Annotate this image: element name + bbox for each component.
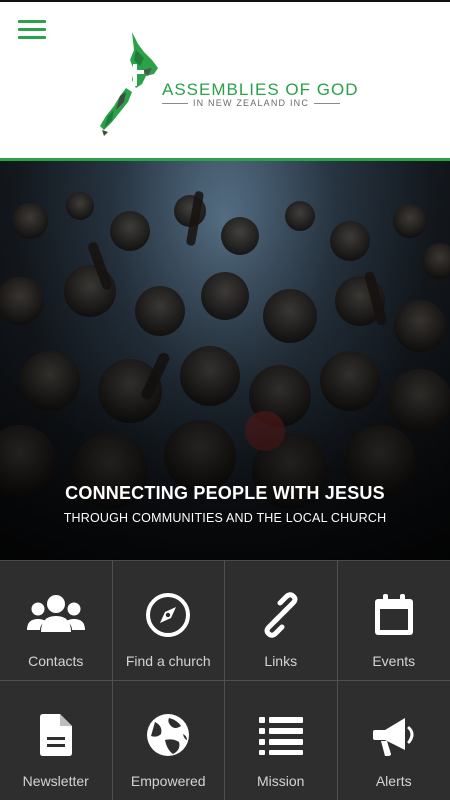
tile-label: Newsletter bbox=[22, 773, 89, 789]
list-icon bbox=[225, 709, 337, 761]
tile-find-a-church[interactable]: Find a church bbox=[112, 561, 225, 681]
document-icon bbox=[0, 709, 112, 761]
hero-title: CONNECTING PEOPLE WITH JESUS bbox=[65, 483, 385, 503]
hero-banner: CONNECTING PEOPLE WITH JESUS THROUGH COM… bbox=[0, 161, 450, 560]
megaphone-icon bbox=[338, 709, 450, 761]
hamburger-menu-icon[interactable] bbox=[18, 20, 46, 42]
tile-events[interactable]: Events bbox=[337, 561, 450, 681]
tile-label: Events bbox=[372, 653, 416, 669]
status-strip bbox=[0, 0, 450, 2]
tile-alerts[interactable]: Alerts bbox=[338, 681, 450, 800]
calendar-icon bbox=[338, 589, 450, 641]
new-zealand-map-icon bbox=[100, 32, 158, 136]
logo-subtitle: IN NEW ZEALAND INC bbox=[192, 98, 310, 108]
tile-label: Mission bbox=[257, 773, 305, 789]
tile-label: Alerts bbox=[375, 773, 412, 789]
tile-links[interactable]: Links bbox=[225, 561, 338, 681]
logo-subtitle-row: IN NEW ZEALAND INC bbox=[162, 98, 341, 108]
link-icon bbox=[225, 589, 337, 641]
people-group-icon bbox=[0, 589, 112, 641]
tile-label: Find a church bbox=[125, 653, 211, 669]
divider bbox=[162, 102, 188, 104]
tile-newsletter[interactable]: Newsletter bbox=[0, 681, 113, 800]
divider bbox=[314, 102, 341, 104]
tile-label: Contacts bbox=[28, 653, 84, 669]
tile-contacts[interactable]: Contacts bbox=[0, 561, 113, 681]
logo-title: ASSEMBLIES OF GOD bbox=[162, 80, 359, 99]
tile-mission[interactable]: Mission bbox=[225, 681, 338, 800]
compass-icon bbox=[113, 589, 225, 641]
tile-label: Links bbox=[264, 653, 298, 669]
organization-logo: ASSEMBLIES OF GOD IN NEW ZEALAND INC bbox=[96, 30, 359, 140]
feature-grid: Contacts Find a church Links Events News… bbox=[0, 560, 450, 800]
app-header: ASSEMBLIES OF GOD IN NEW ZEALAND INC bbox=[0, 0, 450, 161]
tile-label: Empowered bbox=[130, 773, 206, 789]
tile-empowered[interactable]: Empowered bbox=[113, 681, 225, 800]
globe-icon bbox=[113, 709, 225, 761]
hero-subtitle: THROUGH COMMUNITIES AND THE LOCAL CHURCH bbox=[63, 511, 387, 525]
